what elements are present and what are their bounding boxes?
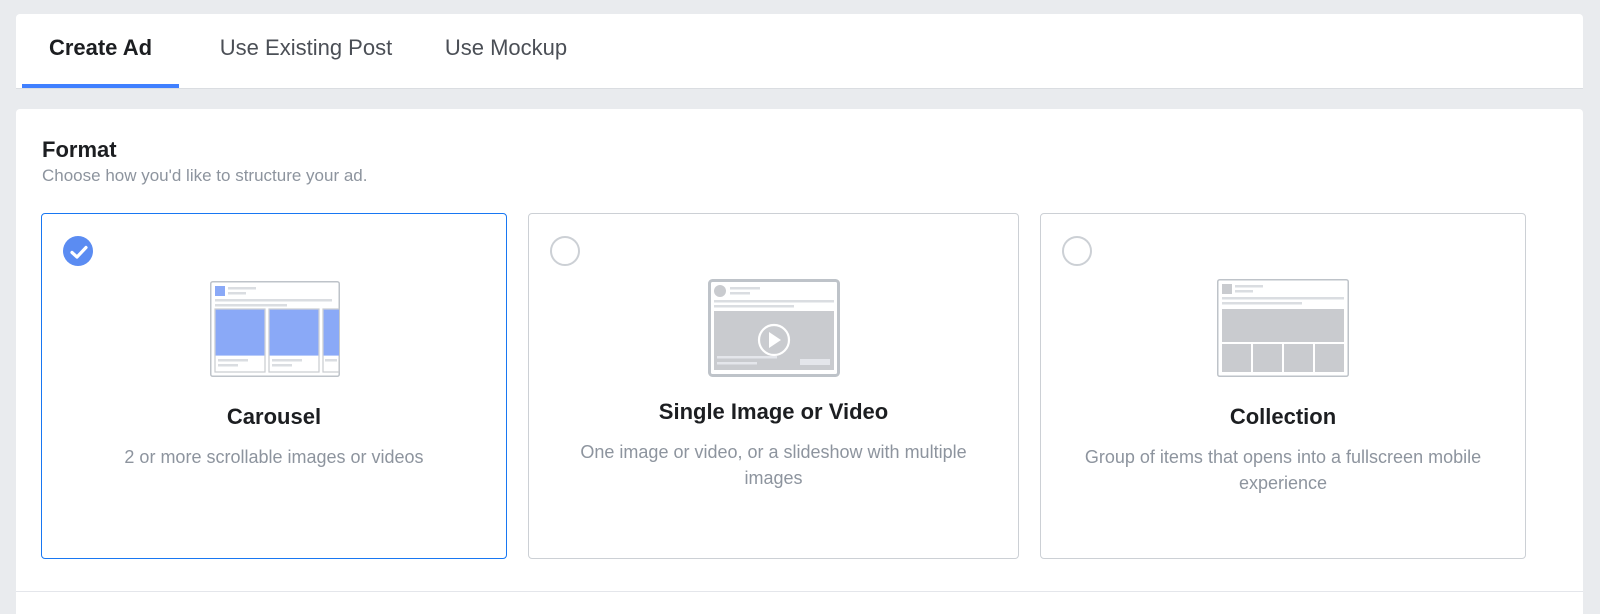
carousel-preview-icon <box>210 281 340 377</box>
option-description-carousel: 2 or more scrollable images or videos <box>124 447 424 467</box>
divider <box>16 591 1583 592</box>
tab-create-ad[interactable]: Create Ad <box>22 14 179 88</box>
selected-check-icon[interactable] <box>63 236 93 266</box>
tab-use-existing-post[interactable]: Use Existing Post <box>205 14 407 88</box>
format-title: Format <box>42 137 117 162</box>
tab-bar: Create Ad Use Existing Post Use Mockup <box>16 14 1583 88</box>
radio-icon[interactable] <box>550 236 580 266</box>
collection-preview-icon <box>1217 279 1349 377</box>
option-title-carousel: Carousel <box>226 404 322 429</box>
radio-icon[interactable] <box>1062 236 1092 266</box>
tab-use-mockup[interactable]: Use Mockup <box>436 14 576 88</box>
option-title-collection: Collection <box>1229 404 1337 429</box>
format-section: Format Choose how you'd like to structur… <box>16 109 1583 614</box>
option-description-single-image-video: One image or video, or a slideshow with … <box>580 442 967 488</box>
option-title-single-image-video: Single Image or Video <box>658 399 889 424</box>
format-option-collection[interactable]: Collection Group of items that opens int… <box>1040 213 1526 559</box>
single-image-video-preview-icon <box>708 279 840 377</box>
option-description-collection: Group of items that opens into a fullscr… <box>1084 447 1482 493</box>
format-subtitle: Choose how you'd like to structure your … <box>42 166 368 185</box>
format-option-single-image-video[interactable]: Single Image or Video One image or video… <box>528 213 1019 559</box>
format-option-carousel[interactable]: Carousel 2 or more scrollable images or … <box>41 213 507 559</box>
